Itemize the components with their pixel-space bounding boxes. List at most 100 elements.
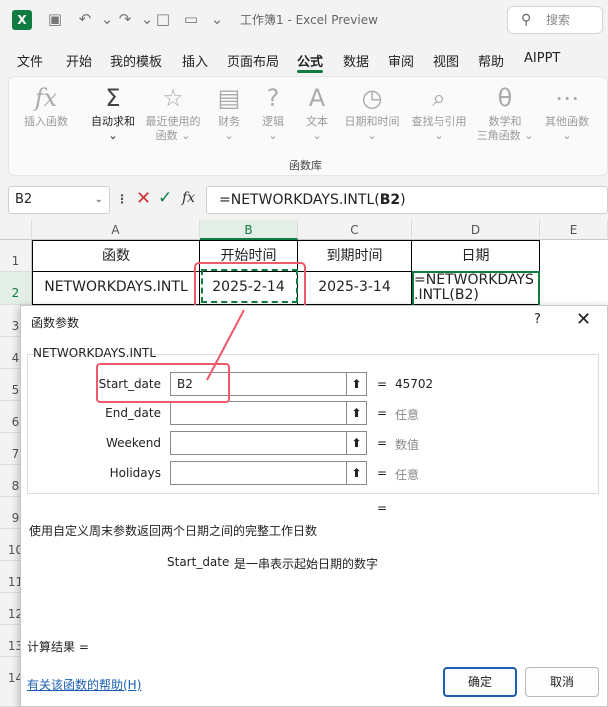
window-title: 工作簿1 - Excel Preview bbox=[240, 13, 378, 27]
menu-view[interactable]: 视图 bbox=[433, 51, 459, 70]
redo-icon[interactable]: ↷ bbox=[114, 8, 136, 30]
menu-data[interactable]: 数据 bbox=[343, 51, 369, 70]
name-box[interactable]: B2 ⌄ bbox=[8, 186, 110, 214]
menu-my-templates[interactable]: 我的模板 bbox=[110, 51, 162, 70]
column-header-a[interactable]: A bbox=[32, 220, 200, 240]
column-header-b[interactable]: B bbox=[200, 220, 298, 240]
date-time-chevron-icon: ⌄ bbox=[367, 129, 377, 142]
math-trig-button[interactable]: θ 数学和 三角函数 ⌄ bbox=[473, 81, 537, 143]
menu-file[interactable]: 文件 bbox=[17, 51, 43, 70]
function-help-link[interactable]: 有关该函数的帮助(H) bbox=[27, 676, 141, 693]
new-file-icon[interactable]: □ bbox=[152, 8, 174, 30]
highlight-box-b2 bbox=[194, 262, 306, 310]
arg-input-holidays[interactable] bbox=[170, 461, 347, 485]
cancel-button[interactable]: 取消 bbox=[525, 667, 599, 697]
name-box-value: B2 bbox=[15, 192, 33, 207]
confirm-icon[interactable]: ✓ bbox=[158, 188, 172, 208]
cancel-icon[interactable]: ✕ bbox=[136, 188, 151, 209]
formula-input[interactable]: =NETWORKDAYS.INTL(B2) bbox=[206, 186, 608, 214]
date-time-button[interactable]: ◷ 日期和时间 ⌄ bbox=[339, 81, 405, 143]
lookup-reference-label: 查找与引用 bbox=[411, 115, 467, 128]
arg-label-weekend: Weekend bbox=[105, 436, 161, 450]
more-functions-chevron-icon: ⌄ bbox=[562, 129, 572, 142]
function-library-label: 函数库 bbox=[289, 159, 322, 172]
math-trig-label-2: 三角函数 ⌄ bbox=[476, 129, 534, 142]
select-all-corner[interactable] bbox=[0, 220, 32, 240]
ribbon-formulas: fx 插入函数 Σ 自动求和 ⌄ ☆ 最近使用的 函数 ⌄ ▤ 财务 ⌄ ? 逻… bbox=[8, 76, 608, 176]
chevron-down-icon[interactable]: ⌄ bbox=[95, 187, 103, 213]
excel-logo-icon: X bbox=[12, 10, 32, 30]
menu-formulas[interactable]: 公式 bbox=[297, 51, 323, 70]
logical-chevron-icon: ⌄ bbox=[268, 129, 278, 142]
menu-help[interactable]: 帮助 bbox=[478, 51, 504, 70]
arg-description-text: 是一串表示起始日期的数字 bbox=[234, 557, 379, 571]
dialog-title: 函数参数 bbox=[31, 316, 80, 330]
open-folder-icon[interactable]: ▭ bbox=[180, 8, 202, 30]
database-icon: ▤ bbox=[217, 84, 241, 112]
collapse-dialog-icon-end-date[interactable]: ⬆ bbox=[347, 401, 367, 425]
formula-ref: B2 bbox=[379, 192, 401, 208]
lookup-reference-chevron-icon: ⌄ bbox=[434, 129, 444, 142]
arg-eq-end-date: = bbox=[377, 406, 388, 420]
search-box[interactable]: ⚲ 搜索 bbox=[507, 6, 603, 34]
collapse-dialog-icon-start-date[interactable]: ⬆ bbox=[347, 372, 367, 396]
insert-function-button[interactable]: fx 插入函数 bbox=[15, 81, 77, 129]
column-header-e[interactable]: E bbox=[540, 220, 608, 240]
cell-c2[interactable]: 2025-3-14 bbox=[298, 272, 412, 305]
close-icon[interactable]: ✕ bbox=[576, 309, 591, 330]
text-label: 文本 bbox=[306, 115, 328, 128]
menu-aippt[interactable]: AIPPT bbox=[524, 51, 560, 66]
cell-c1[interactable]: 到期时间 bbox=[298, 240, 412, 272]
recently-used-label: 最近使用的 bbox=[145, 115, 201, 128]
lookup-reference-button[interactable]: ⌕ 查找与引用 ⌄ bbox=[407, 81, 471, 143]
insert-function-label: 插入函数 bbox=[24, 115, 68, 128]
highlight-box-start-date bbox=[96, 363, 230, 403]
financial-label: 财务 bbox=[218, 115, 240, 128]
magnifier-icon: ⌕ bbox=[432, 84, 446, 112]
row-header-1[interactable]: 1 bbox=[0, 240, 32, 272]
more-icon: ⋯ bbox=[555, 84, 579, 112]
date-time-label: 日期和时间 bbox=[344, 115, 400, 128]
autosum-label: 自动求和 bbox=[91, 115, 135, 128]
column-header-c[interactable]: C bbox=[298, 220, 412, 240]
cell-d1[interactable]: 日期 bbox=[412, 240, 540, 272]
undo-icon[interactable]: ↶ bbox=[74, 8, 96, 30]
arg-label-holidays: Holidays bbox=[109, 466, 161, 480]
menu-home[interactable]: 开始 bbox=[66, 51, 92, 70]
logical-button[interactable]: ? 逻辑 ⌄ bbox=[253, 81, 293, 143]
arg-input-weekend[interactable] bbox=[170, 431, 347, 455]
star-icon: ☆ bbox=[162, 84, 184, 112]
recently-used-button[interactable]: ☆ 最近使用的 函数 ⌄ bbox=[141, 81, 205, 143]
arg-eq-weekend: = bbox=[377, 436, 388, 450]
save-icon[interactable]: ▣ bbox=[44, 8, 66, 30]
text-chevron-icon: ⌄ bbox=[312, 129, 322, 142]
arg-input-end-date[interactable] bbox=[170, 401, 347, 425]
customize-toolbar-icon[interactable]: ⌄ bbox=[206, 8, 228, 30]
text-button[interactable]: A 文本 ⌄ bbox=[297, 81, 337, 143]
collapse-dialog-icon-holidays[interactable]: ⬆ bbox=[347, 461, 367, 485]
menu-insert[interactable]: 插入 bbox=[182, 51, 208, 70]
more-options-icon[interactable]: ⋮ bbox=[116, 192, 128, 206]
more-functions-label: 其他函数 bbox=[545, 115, 589, 128]
question-icon: ? bbox=[266, 84, 280, 112]
more-functions-button[interactable]: ⋯ 其他函数 ⌄ bbox=[539, 81, 595, 143]
insert-function-fx-icon[interactable]: fx bbox=[182, 190, 195, 206]
formula-bar: B2 ⌄ ⋮ ✕ ✓ fx =NETWORKDAYS.INTL(B2) bbox=[0, 184, 608, 216]
menu-review[interactable]: 审阅 bbox=[388, 51, 414, 70]
menu-page-layout[interactable]: 页面布局 bbox=[227, 51, 279, 70]
collapse-dialog-icon-weekend[interactable]: ⬆ bbox=[347, 431, 367, 455]
active-cell-d2 bbox=[412, 271, 540, 305]
help-icon[interactable]: ? bbox=[534, 312, 541, 327]
search-placeholder: 搜索 bbox=[546, 13, 571, 27]
cell-a2[interactable]: NETWORKDAYS.INTL bbox=[32, 272, 200, 305]
arg-eq-holidays: = bbox=[377, 466, 388, 480]
autosum-button[interactable]: Σ 自动求和 ⌄ bbox=[83, 81, 143, 143]
row-header-2[interactable]: 2 bbox=[0, 272, 32, 305]
active-tab-indicator bbox=[297, 70, 323, 73]
sigma-icon: Σ bbox=[105, 84, 121, 112]
ok-button[interactable]: 确定 bbox=[443, 667, 517, 697]
arg-description-name: Start_date bbox=[167, 555, 230, 569]
cell-a1[interactable]: 函数 bbox=[32, 240, 200, 272]
column-header-d[interactable]: D bbox=[412, 220, 540, 240]
financial-button[interactable]: ▤ 财务 ⌄ bbox=[209, 81, 249, 143]
